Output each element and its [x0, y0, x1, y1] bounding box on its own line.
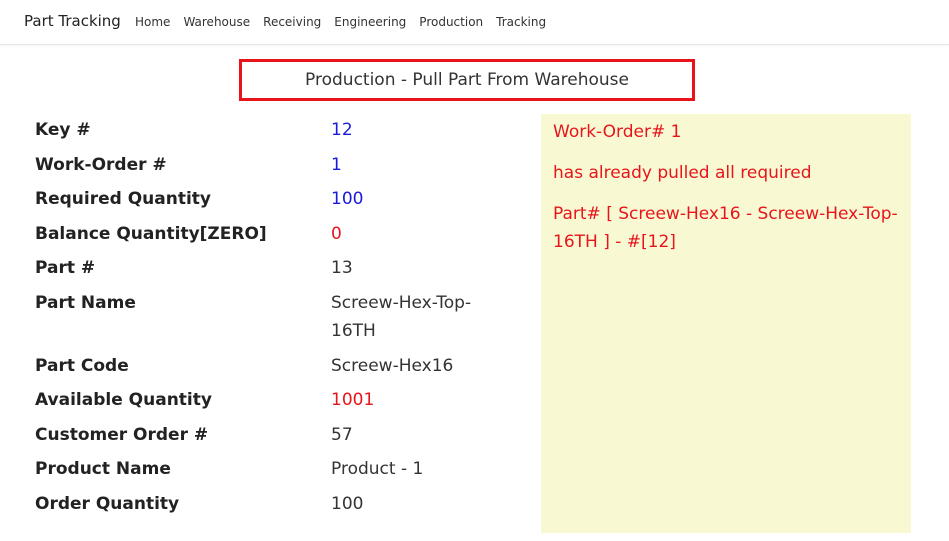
detail-row-available-quantity: Available Quantity 1001 [35, 386, 515, 421]
detail-value: 0 [331, 223, 342, 244]
nav-link-warehouse[interactable]: Warehouse [183, 15, 250, 29]
detail-row-part-code: Part Code Screew-Hex16 [35, 352, 515, 387]
detail-value: 57 [331, 424, 353, 445]
detail-label: Required Quantity [35, 189, 212, 209]
detail-value: 13 [331, 258, 353, 278]
detail-row-customer-order: Customer Order # 57 [35, 421, 515, 456]
detail-label: Part # [35, 258, 96, 278]
detail-label: Available Quantity [35, 390, 212, 410]
detail-label: Customer Order # [35, 424, 209, 445]
detail-value: 1001 [331, 390, 375, 410]
detail-label: Key # [35, 120, 91, 140]
navbar: Part Tracking Home Warehouse Receiving E… [0, 0, 949, 45]
detail-value: Screew-Hex16 [331, 355, 454, 376]
detail-value: Product - 1 [331, 459, 424, 479]
nav-link-tracking[interactable]: Tracking [496, 15, 546, 29]
detail-value: 1 [331, 154, 342, 175]
nav-link-engineering[interactable]: Engineering [334, 15, 406, 29]
detail-row-required-quantity: Required Quantity 100 [35, 185, 515, 220]
detail-label: Part Name [35, 292, 136, 313]
notice-line: Part# [ Screew-Hex16 - Screew-Hex-Top-16… [553, 204, 898, 252]
detail-label: Product Name [35, 459, 171, 479]
detail-row-key: Key # 12 [35, 116, 515, 151]
detail-row-order-quantity: Order Quantity 100 [35, 490, 515, 525]
brand-link[interactable]: Part Tracking [24, 12, 121, 30]
detail-row-part-number: Part # 13 [35, 254, 515, 289]
page-title: Production - Pull Part From Warehouse [239, 59, 695, 101]
detail-row-part-name: Part Name Screew-Hex-Top-16TH [35, 289, 515, 352]
detail-row-product-name: Product Name Product - 1 [35, 455, 515, 490]
detail-label: Balance Quantity[ZERO] [35, 223, 267, 244]
nav-link-receiving[interactable]: Receiving [263, 15, 321, 29]
detail-value: 100 [331, 189, 364, 209]
detail-label: Work-Order # [35, 154, 167, 175]
detail-label: Order Quantity [35, 493, 180, 514]
nav-links: Home Warehouse Receiving Engineering Pro… [135, 15, 559, 29]
notice-line: has already pulled all required [553, 163, 812, 183]
status-notice: Work-Order# 1 has already pulled all req… [541, 114, 911, 533]
nav-link-home[interactable]: Home [135, 15, 170, 29]
detail-list: Key # 12 Work-Order # 1 Required Quantit… [35, 116, 515, 524]
detail-row-balance-quantity: Balance Quantity[ZERO] 0 [35, 220, 515, 255]
detail-label: Part Code [35, 355, 129, 376]
notice-line: Work-Order# 1 [553, 122, 682, 142]
detail-value: 12 [331, 120, 353, 140]
detail-value: 100 [331, 493, 364, 514]
nav-link-production[interactable]: Production [419, 15, 483, 29]
detail-row-work-order: Work-Order # 1 [35, 151, 515, 186]
detail-value: Screew-Hex-Top-16TH [331, 292, 472, 341]
